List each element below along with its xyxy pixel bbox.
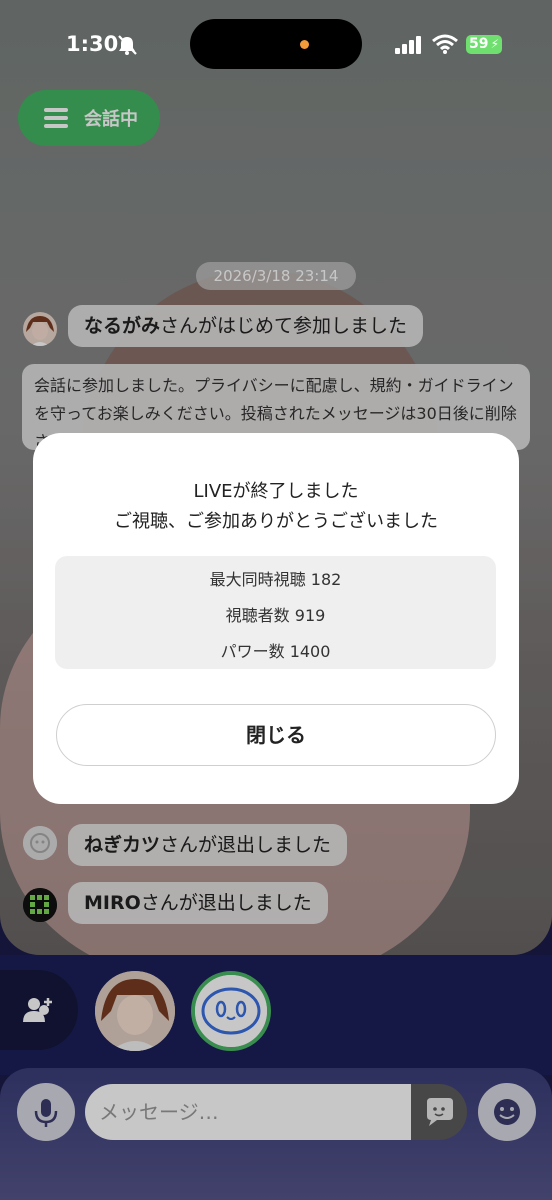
leave-message: MIROさんが退出しました [68, 882, 328, 924]
status-time: 1:30 [66, 32, 119, 56]
charging-bolt-icon: ⚡ [490, 37, 499, 51]
talk-status-button[interactable]: 会話中 [18, 90, 160, 146]
leave-user-name: MIRO [84, 892, 141, 914]
wifi-icon [432, 34, 458, 54]
leave-message-text: さんが退出しました [160, 834, 332, 856]
battery-level: 59 [469, 36, 489, 52]
stat-label: 最大同時視聴 [209, 570, 306, 589]
stat-value: 182 [310, 570, 342, 589]
menu-icon [44, 108, 68, 128]
dynamic-island [190, 19, 362, 69]
stat-viewers: 視聴者数 919 [55, 602, 496, 626]
chat-bubble-icon [427, 1098, 453, 1126]
signal-icon [395, 36, 421, 54]
message-input[interactable] [85, 1084, 411, 1140]
join-message-text: さんがはじめて参加しました [160, 315, 408, 337]
silent-bell-icon [118, 35, 137, 55]
chat-date: 2026/3/18 23:14 [196, 262, 356, 290]
emoji-button[interactable] [478, 1083, 536, 1141]
user-avatar[interactable] [23, 312, 57, 346]
leave-message-text: さんが退出しました [140, 892, 312, 914]
dialog-subtitle: ご視聴、ご参加ありがとうございました [114, 511, 438, 532]
close-button[interactable]: 閉じる [56, 704, 496, 766]
recording-indicator-icon [300, 40, 309, 49]
add-participant-button[interactable] [0, 970, 78, 1050]
stat-max-concurrent: 最大同時視聴 182 [55, 566, 496, 590]
leave-user-name: ねぎカツ [84, 834, 161, 856]
add-people-icon [23, 998, 52, 1022]
stat-value: 1400 [289, 642, 331, 661]
dialog-title: LIVEが終了しました [193, 481, 359, 502]
emoji-icon [494, 1099, 520, 1125]
join-message: なるがみさんがはじめて参加しました [68, 305, 424, 347]
stat-label: 視聴者数 [225, 606, 290, 625]
pixel-avatar[interactable] [23, 888, 57, 922]
mic-icon [34, 1099, 58, 1127]
join-user-name: なるがみ [84, 315, 161, 337]
stat-label: パワー数 [220, 642, 285, 661]
stat-power: パワー数 1400 [55, 638, 496, 662]
stat-value: 919 [294, 606, 326, 625]
talk-status-label: 会話中 [84, 109, 138, 130]
sticker-button[interactable] [411, 1084, 467, 1140]
guest-avatar[interactable] [23, 826, 57, 860]
live-stats-box: 最大同時視聴 182 視聴者数 919 パワー数 1400 [55, 556, 496, 669]
status-bar: 1:30 59 ⚡ [0, 0, 552, 90]
leave-message: ねぎカツさんが退出しました [68, 824, 348, 866]
participant-avatar[interactable] [95, 971, 175, 1051]
battery-icon: 59 ⚡ [466, 35, 502, 54]
mic-button[interactable] [17, 1083, 75, 1141]
participant-avatar[interactable] [191, 971, 271, 1051]
participants-bar [0, 955, 552, 1075]
live-ended-dialog: LIVEが終了しました ご視聴、ご参加ありがとうございました 最大同時視聴 18… [33, 433, 519, 804]
